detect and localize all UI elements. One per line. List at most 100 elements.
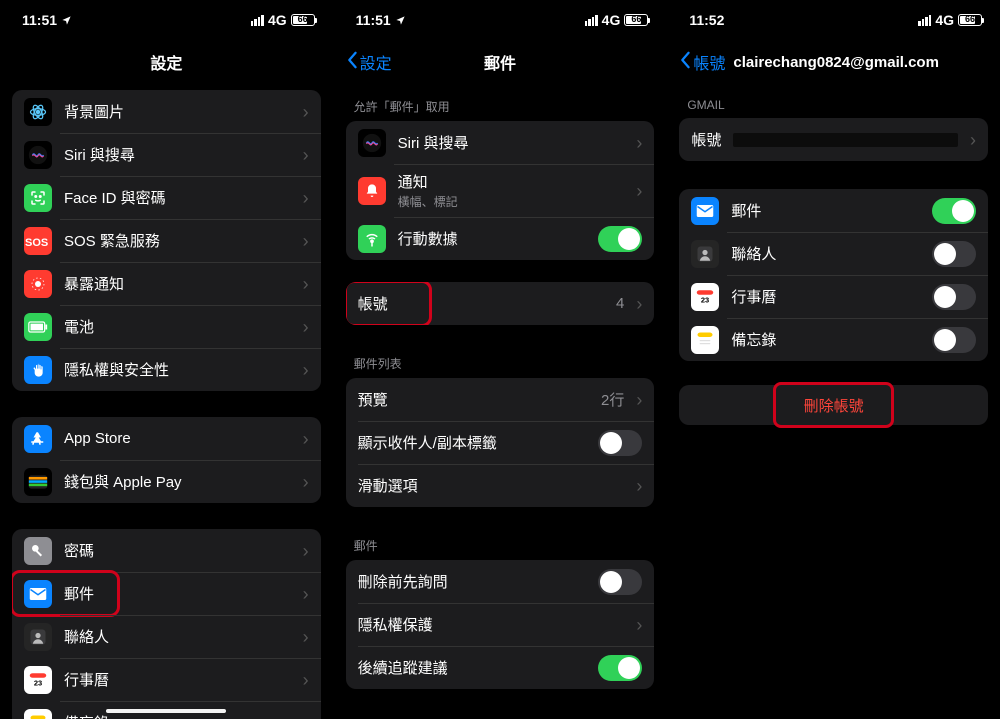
row-privacy[interactable]: 隱私權保護› [346, 603, 655, 646]
row-privacy[interactable]: 隱私權與安全性› [12, 348, 321, 391]
appstore-icon [24, 425, 52, 453]
chevron-right-icon: › [303, 671, 309, 689]
chevron-right-icon: › [303, 103, 309, 121]
siri-icon [358, 129, 386, 157]
row-follow[interactable]: 後續追蹤建議 [346, 646, 655, 689]
battery-icon: 66 [624, 14, 648, 26]
back-button[interactable]: 帳號 [679, 50, 725, 74]
status-bar: 11:52 4G 66 [667, 0, 1000, 40]
row-notes[interactable]: 備忘錄 [679, 318, 988, 361]
row-siri[interactable]: Siri 與搜尋› [12, 133, 321, 176]
status-network: 4G [602, 12, 621, 28]
chevron-right-icon: › [303, 361, 309, 379]
signal-icon [585, 15, 598, 26]
mail-icon [691, 197, 719, 225]
row-contacts[interactable]: 聯絡人 [679, 232, 988, 275]
chevron-right-icon: › [303, 473, 309, 491]
status-time: 11:51 [356, 12, 391, 28]
chevron-right-icon: › [636, 182, 642, 200]
calendar-icon: 23 [24, 666, 52, 694]
screen-mail-settings: 11:51 4G 66 設定 郵件 允許「郵件」取用 [333, 0, 667, 719]
nav-bar: 帳號 clairechang0824@gmail.com [667, 40, 1000, 84]
chevron-right-icon: › [303, 542, 309, 560]
row-mail[interactable]: 郵件 [679, 189, 988, 232]
page-title: clairechang0824@gmail.com [733, 54, 939, 71]
mail-icon [24, 580, 52, 608]
page-title: 設定 [0, 50, 333, 74]
row-account-email[interactable]: 帳號 › [679, 118, 988, 161]
location-icon [61, 15, 72, 26]
allow-group: Siri 與搜尋›通知橫幅、標記›行動數據 [346, 121, 655, 260]
page-title: 郵件 [334, 50, 667, 74]
list-group: 預覽2行›顯示收件人/副本標籤滑動選項› [346, 378, 655, 507]
chevron-right-icon: › [303, 585, 309, 603]
faceid-icon [24, 184, 52, 212]
section-header-thread: 討論串 [334, 705, 667, 719]
chevron-right-icon: › [636, 616, 642, 634]
section-header-list: 郵件列表 [334, 341, 667, 378]
row-mail[interactable]: 郵件› [12, 572, 321, 615]
status-bar: 11:51 4G 66 [334, 0, 667, 40]
svg-text:23: 23 [701, 295, 709, 304]
row-battery[interactable]: 電池› [12, 305, 321, 348]
toggle-mail[interactable] [932, 198, 976, 224]
chevron-right-icon: › [303, 189, 309, 207]
screen-account-detail: 11:52 4G 66 帳號 clairechang0824@gmail.com… [666, 0, 1000, 719]
settings-group-store: App Store›錢包與 Apple Pay› [12, 417, 321, 503]
row-cellular[interactable]: 行動數據 [346, 217, 655, 260]
toggle-notes[interactable] [932, 327, 976, 353]
sos-icon: SOS [24, 227, 52, 255]
notes-icon [691, 326, 719, 354]
home-indicator [106, 709, 226, 713]
battery-icon: 66 [958, 14, 982, 26]
account-group: 帳號 › [679, 118, 988, 161]
section-header-mail: 郵件 [334, 523, 667, 560]
row-ask[interactable]: 刪除前先詢問 [346, 560, 655, 603]
mail-group: 刪除前先詢問隱私權保護›後續追蹤建議 [346, 560, 655, 689]
wallet-icon [24, 468, 52, 496]
screen-settings: 11:51 4G 66 設定 背景圖片›Siri 與搜尋›Face ID 與密碼… [0, 0, 333, 719]
signal-icon [918, 15, 931, 26]
exposure-icon [24, 270, 52, 298]
delete-account-button[interactable]: 刪除帳號 [679, 385, 988, 425]
toggle-cellular[interactable] [598, 226, 642, 252]
row-swipe[interactable]: 滑動選項› [346, 464, 655, 507]
svg-text:23: 23 [34, 678, 42, 687]
chevron-right-icon: › [636, 134, 642, 152]
row-sos[interactable]: SOSSOS 緊急服務› [12, 219, 321, 262]
row-contacts[interactable]: 聯絡人› [12, 615, 321, 658]
calendar-icon: 23 [691, 283, 719, 311]
row-notif[interactable]: 通知橫幅、標記› [346, 164, 655, 217]
signal-icon [251, 15, 264, 26]
chevron-right-icon: › [303, 275, 309, 293]
toggle-ask[interactable] [598, 569, 642, 595]
row-passwords[interactable]: 密碼› [12, 529, 321, 572]
row-wallpaper[interactable]: 背景圖片› [12, 90, 321, 133]
row-faceid[interactable]: Face ID 與密碼› [12, 176, 321, 219]
chevron-right-icon: › [303, 714, 309, 719]
toggle-follow[interactable] [598, 655, 642, 681]
row-appstore[interactable]: App Store› [12, 417, 321, 460]
chevron-right-icon: › [636, 477, 642, 495]
toggle-cc[interactable] [598, 430, 642, 456]
row-exposure[interactable]: 暴露通知› [12, 262, 321, 305]
section-header-provider: GMAIL [667, 84, 1000, 118]
row-accounts[interactable]: 帳號 4 › [346, 282, 655, 325]
battery-icon [24, 313, 52, 341]
row-preview[interactable]: 預覽2行› [346, 378, 655, 421]
row-siri[interactable]: Siri 與搜尋› [346, 121, 655, 164]
nav-bar: 設定 [0, 40, 333, 84]
nav-bar: 設定 郵件 [334, 40, 667, 84]
toggle-contacts[interactable] [932, 241, 976, 267]
notes-icon [24, 709, 52, 719]
chevron-right-icon: › [303, 318, 309, 336]
row-wallet[interactable]: 錢包與 Apple Pay› [12, 460, 321, 503]
row-calendar[interactable]: 23行事曆› [12, 658, 321, 701]
row-cc[interactable]: 顯示收件人/副本標籤 [346, 421, 655, 464]
status-time: 11:51 [22, 12, 57, 28]
status-time: 11:52 [689, 12, 724, 28]
location-icon [395, 15, 406, 26]
toggle-calendar[interactable] [932, 284, 976, 310]
battery-icon: 66 [291, 14, 315, 26]
row-calendar[interactable]: 23行事曆 [679, 275, 988, 318]
